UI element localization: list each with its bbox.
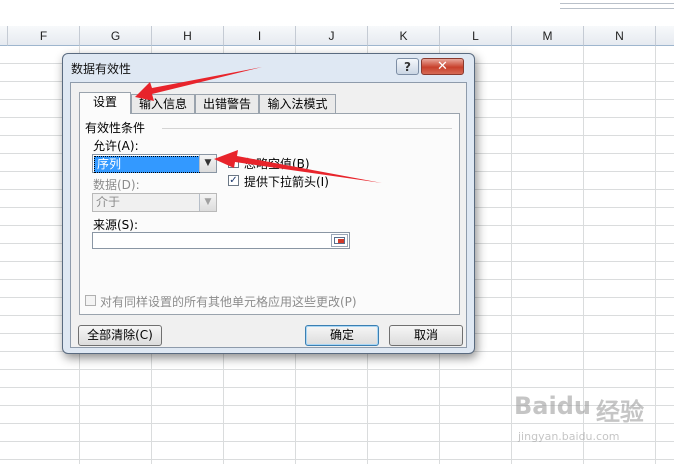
watermark-brand-cn: 经验 (596, 398, 644, 426)
group-title: 有效性条件 (85, 121, 146, 135)
column-header-j[interactable]: J (296, 26, 368, 46)
allow-select[interactable]: 序列 ▼ (92, 154, 217, 173)
help-button[interactable]: ? (396, 58, 419, 75)
column-header-f[interactable]: F (8, 26, 80, 46)
dropdown-arrow-checkbox[interactable]: ✓ (228, 175, 239, 186)
tab-ime-mode[interactable]: 输入法模式 (259, 94, 336, 113)
dialog-body: 设置 输入信息 出错警告 输入法模式 有效性条件 允许(A): 序列 ▼ ✓ 忽… (70, 82, 467, 348)
source-input[interactable] (92, 232, 350, 249)
column-header-h[interactable]: H (152, 26, 224, 46)
column-header-m[interactable]: M (512, 26, 584, 46)
cancel-button[interactable]: 取消 (389, 325, 463, 346)
ok-button[interactable]: 确定 (305, 325, 379, 346)
data-label: 数据(D): (93, 178, 140, 192)
column-header-g[interactable]: G (80, 26, 152, 46)
dialog-titlebar[interactable]: 数据有效性 ? ✕ (63, 54, 474, 82)
watermark-brand: Baidu (514, 392, 591, 420)
chevron-down-icon[interactable]: ▼ (199, 155, 216, 172)
allow-label: 允许(A): (93, 139, 139, 153)
range-select-icon[interactable] (331, 234, 348, 247)
ignore-blank-label[interactable]: 忽略空值(B) (244, 155, 310, 172)
data-select-value: 介于 (96, 195, 121, 209)
apply-all-label[interactable]: 对有同样设置的所有其他单元格应用这些更改(P) (100, 293, 357, 310)
data-validation-dialog: 数据有效性 ? ✕ 设置 输入信息 出错警告 输入法模式 有效性条件 允许(A)… (62, 53, 475, 354)
tab-error-alert[interactable]: 出错警告 (195, 94, 259, 113)
dialog-title: 数据有效性 (71, 62, 132, 76)
column-header-k[interactable]: K (368, 26, 440, 46)
source-label: 来源(S): (93, 218, 139, 232)
data-select[interactable]: 介于 ▼ (92, 193, 217, 212)
apply-all-checkbox[interactable] (85, 295, 96, 306)
ignore-blank-checkbox[interactable]: ✓ (228, 157, 239, 168)
column-header-l[interactable]: L (440, 26, 512, 46)
column-header-n[interactable]: N (584, 26, 656, 46)
chevron-down-icon[interactable]: ▼ (199, 194, 216, 211)
column-header-overflow (656, 26, 674, 46)
ribbon-edge (0, 0, 674, 27)
dropdown-arrow-label[interactable]: 提供下拉箭头(I) (244, 173, 329, 190)
column-header-edge (0, 26, 8, 46)
column-header-i[interactable]: I (224, 26, 296, 46)
watermark: Baidu 经验 jingyan.baidu.com (514, 388, 664, 458)
allow-select-value: 序列 (94, 156, 200, 173)
watermark-url: jingyan.baidu.com (518, 430, 620, 443)
clear-all-button[interactable]: 全部清除(C) (78, 325, 162, 346)
tab-settings[interactable]: 设置 (79, 92, 131, 114)
group-divider (162, 128, 452, 129)
close-button[interactable]: ✕ (421, 58, 464, 75)
tab-input-message[interactable]: 输入信息 (131, 94, 195, 113)
settings-panel: 有效性条件 允许(A): 序列 ▼ ✓ 忽略空值(B) ✓ 提供下拉箭头(I) … (79, 113, 460, 315)
